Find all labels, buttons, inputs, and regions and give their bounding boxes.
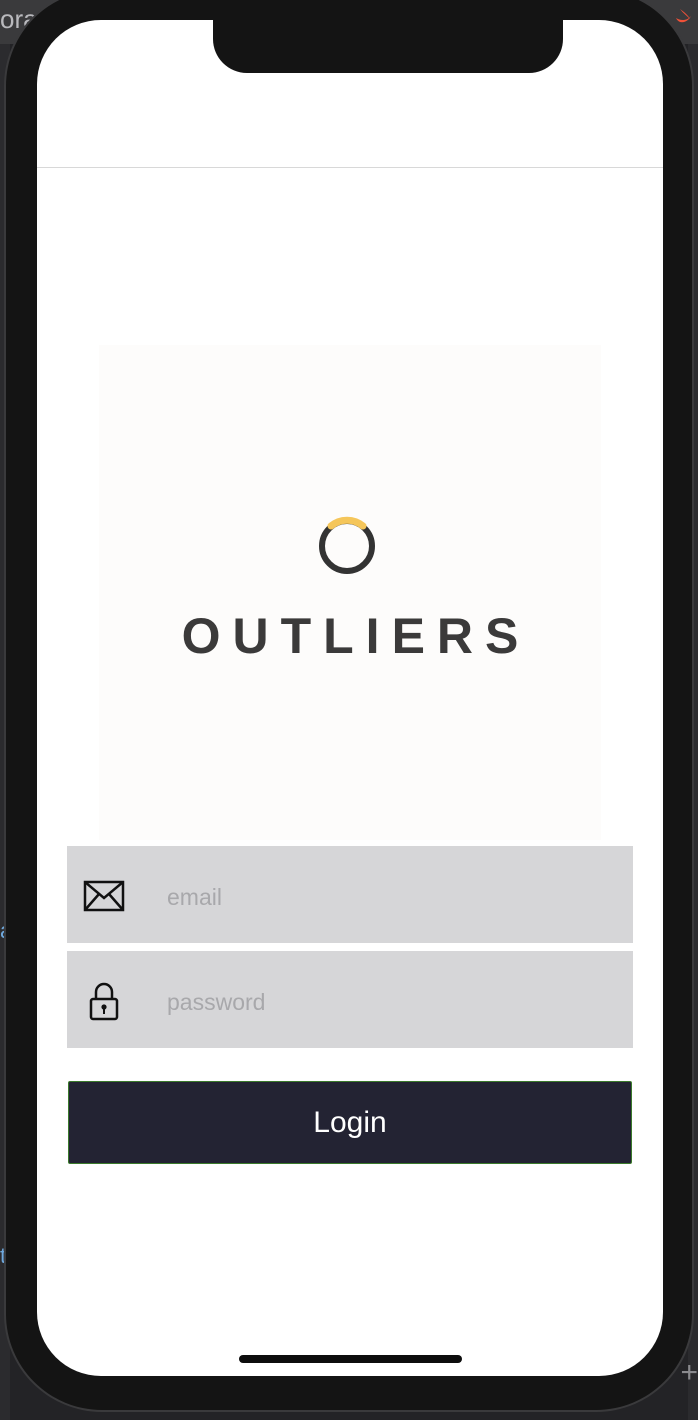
email-input[interactable]	[165, 874, 609, 920]
lock-icon	[89, 982, 119, 1021]
password-field[interactable]	[67, 951, 633, 1048]
navigation-bar-divider	[37, 167, 663, 168]
home-indicator[interactable]	[239, 1355, 462, 1363]
logo-image: OUTLIERS	[99, 345, 601, 840]
login-button[interactable]: Login	[68, 1081, 632, 1164]
swift-icon	[674, 6, 694, 32]
device-screen: OUTLIERS Login	[37, 20, 663, 1376]
logo-ring-icon	[319, 516, 375, 574]
logo-wordmark: OUTLIERS	[181, 608, 531, 664]
device-notch	[213, 20, 563, 73]
email-field[interactable]	[67, 846, 633, 943]
envelope-icon	[83, 880, 125, 912]
password-input[interactable]	[165, 979, 609, 1025]
add-icon[interactable]: +	[680, 1356, 698, 1390]
